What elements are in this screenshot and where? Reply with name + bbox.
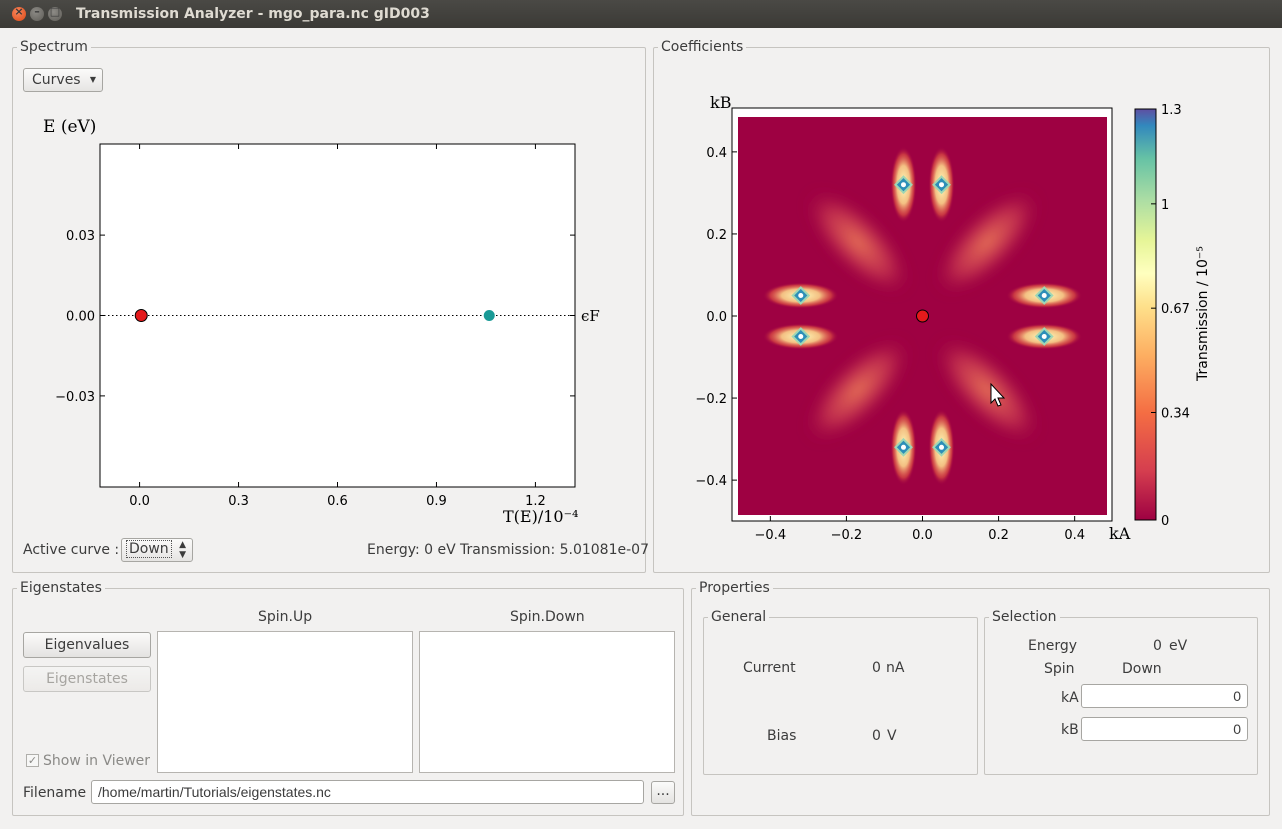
spectrum-x-tick-label: 0.6 <box>327 494 348 509</box>
minimize-icon: – <box>34 5 40 18</box>
filename-input[interactable] <box>91 780 644 804</box>
heatmap-x-axis-label: kA <box>1109 524 1131 543</box>
close-window-button[interactable]: × <box>12 5 26 21</box>
properties-group: Properties General Current 0 nA Bias 0 V… <box>691 580 1270 816</box>
filename-label: Filename <box>23 785 87 801</box>
current-value: 0 <box>872 660 881 676</box>
chevron-down-icon: ▼ <box>89 75 96 84</box>
active-curve-label: Active curve : <box>23 542 120 558</box>
heatmap-y-tick-label: 0.4 <box>706 146 727 161</box>
transmission-peak-core <box>1041 292 1047 298</box>
selection-group: Selection Energy 0 eV Spin Down kA kB <box>984 609 1258 775</box>
transmission-peak-core <box>939 444 945 450</box>
checkmark-icon: ✓ <box>27 754 38 767</box>
maximize-icon: □ <box>49 5 61 18</box>
selection-group-label: Selection <box>989 609 1060 625</box>
coefficients-group: Coefficients kB −0.4 −0.2 0.0 0.2 0.4 0.… <box>653 39 1270 573</box>
heatmap-y-axis-label: kB <box>710 93 731 112</box>
transmission-peak-core <box>798 292 804 298</box>
fermi-level-label: ϵF <box>581 307 600 325</box>
colorbar-tick-label: 0 <box>1161 514 1169 529</box>
title-bar: × – □ Transmission Analyzer - mgo_para.n… <box>0 0 1282 28</box>
energy-readout: Energy: 0 eV <box>367 542 456 558</box>
spectrum-x-axis-label: T(E)/10⁻⁴ <box>503 507 578 526</box>
ka-label: kA <box>1061 690 1079 706</box>
browse-button[interactable]: ... <box>651 781 675 804</box>
heatmap-x-tick-label: 0.2 <box>988 528 1009 543</box>
coefficients-group-label: Coefficients <box>658 39 747 55</box>
spectrum-group: Spectrum Curves ▼ E (eV) 0.0 0.3 0.6 0.9 1.2… <box>12 39 649 573</box>
close-icon: × <box>14 5 24 18</box>
colorbar-tick-label: 1 <box>1161 198 1169 213</box>
transmission-peak-core <box>900 444 906 450</box>
properties-group-label: Properties <box>696 580 773 596</box>
selection-energy-value: 0 <box>1153 638 1162 654</box>
spin-up-list[interactable] <box>157 631 413 773</box>
minimize-window-button[interactable]: – <box>30 5 44 21</box>
bias-value: 0 <box>872 728 881 744</box>
maximize-window-button[interactable]: □ <box>48 5 62 21</box>
spectrum-x-tick-label: 0.9 <box>426 494 447 509</box>
view-mode-value: Curves <box>32 72 81 88</box>
spectrum-y-tick-label: 0.03 <box>66 229 95 244</box>
colorbar-tick-label: 0.67 <box>1161 302 1190 317</box>
kb-label: kB <box>1061 722 1079 738</box>
spin-up-header: Spin.Up <box>258 609 313 625</box>
selection-spin-value: Down <box>1122 661 1162 677</box>
spectrum-y-tick-label: 0.00 <box>66 310 95 325</box>
transmission-peak-core <box>939 182 945 188</box>
heatmap-x-tick-label: −0.2 <box>831 528 863 543</box>
show-in-viewer-checkbox[interactable]: ✓ <box>26 754 39 767</box>
current-label: Current <box>743 660 796 676</box>
spin-down-list[interactable] <box>419 631 675 773</box>
spectrum-group-label: Spectrum <box>17 39 91 55</box>
coefficients-heatmap[interactable]: kB −0.4 −0.2 0.0 0.2 0.4 0.4 0.2 0.0 −0.2 −0.4 kA… <box>654 88 1269 548</box>
selection-energy-label: Energy <box>1028 638 1078 654</box>
active-curve-spinbox[interactable]: Down ▲ ▼ <box>121 538 193 562</box>
heatmap-y-tick-label: 0.2 <box>706 228 727 243</box>
spectrum-data-point[interactable] <box>483 310 495 321</box>
colorbar <box>1134 108 1157 521</box>
window-title: Transmission Analyzer - mgo_para.nc gID0… <box>76 6 430 22</box>
heatmap-y-tick-label: 0.0 <box>706 310 727 325</box>
spin-down-header: Spin.Down <box>510 609 585 625</box>
spectrum-y-tick-label: −0.03 <box>55 390 95 405</box>
active-curve-value: Down <box>126 540 172 558</box>
selected-k-point[interactable] <box>916 309 929 323</box>
selection-spin-label: Spin <box>1044 661 1075 677</box>
current-unit: nA <box>886 660 905 676</box>
spin-arrows-icon: ▲ ▼ <box>179 540 186 560</box>
heatmap-y-tick-label: −0.4 <box>695 474 727 489</box>
kb-input[interactable] <box>1081 717 1248 741</box>
general-group: General Current 0 nA Bias 0 V <box>703 609 978 775</box>
spectrum-y-axis-label: E (eV) <box>43 117 96 137</box>
transmission-readout: Transmission: 5.01081e-07 <box>460 542 649 558</box>
transmission-peak-core <box>900 182 906 188</box>
colorbar-tick-label: 1.3 <box>1161 103 1182 118</box>
colorbar-tick-label: 0.34 <box>1161 407 1190 422</box>
spectrum-chart[interactable]: E (eV) 0.0 0.3 0.6 0.9 1.20.030.00−0.03 ϵF T… <box>13 108 645 528</box>
eigenstates-button[interactable]: Eigenstates <box>23 666 151 692</box>
transmission-peak-core <box>1041 334 1047 340</box>
eigenstates-group-label: Eigenstates <box>17 580 105 596</box>
transmission-peak-core <box>798 334 804 340</box>
heatmap-y-tick-label: −0.2 <box>695 392 727 407</box>
general-group-label: General <box>708 609 770 625</box>
spectrum-data-point[interactable] <box>134 309 148 322</box>
show-in-viewer-label: Show in Viewer <box>43 753 151 769</box>
colorbar-label: Transmission / 10⁻⁵ <box>1195 246 1211 382</box>
ka-input[interactable] <box>1081 684 1248 708</box>
view-mode-combo[interactable]: Curves ▼ <box>23 68 103 92</box>
selection-energy-unit: eV <box>1169 638 1188 654</box>
bias-label: Bias <box>767 728 797 744</box>
heatmap-x-tick-label: −0.4 <box>755 528 787 543</box>
spectrum-x-tick-label: 0.3 <box>228 494 249 509</box>
spectrum-x-tick-label: 0.0 <box>129 494 150 509</box>
heatmap-x-tick-label: 0.4 <box>1064 528 1085 543</box>
eigenvalues-button[interactable]: Eigenvalues <box>23 632 151 658</box>
bias-unit: V <box>887 728 897 744</box>
heatmap-x-tick-label: 0.0 <box>912 528 933 543</box>
eigenstates-group: Eigenstates Spin.Up Spin.Down Eigenvalue… <box>12 580 684 816</box>
